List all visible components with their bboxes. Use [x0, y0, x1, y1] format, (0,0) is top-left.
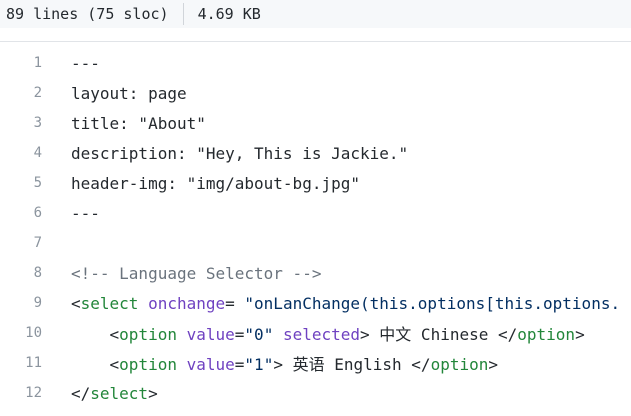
code-line: 1 --- [0, 48, 631, 78]
line-number[interactable]: 12 [0, 385, 42, 401]
code-line: 6 --- [0, 198, 631, 228]
line-count: 89 lines (75 sloc) [6, 5, 169, 23]
file-info-bar: 89 lines (75 sloc) 4.69 KB [0, 0, 631, 28]
punctuation: < [71, 293, 81, 313]
line-number[interactable]: 1 [0, 55, 42, 71]
line-number[interactable]: 5 [0, 175, 42, 191]
line-number[interactable]: 6 [0, 205, 42, 221]
code-line: 9 <select onchange= "onLanChange(this.op… [0, 288, 631, 318]
element-text: > 中文 Chinese </ [360, 325, 518, 344]
code-block: 1 --- 2 layout: page 3 title: "About" 4 … [0, 48, 631, 408]
punctuation: < [71, 325, 120, 344]
punctuation: > [488, 355, 498, 374]
tag-name: select [90, 383, 149, 403]
file-size: 4.69 KB [197, 5, 261, 23]
code-viewer: 89 lines (75 sloc) 4.69 KB 1 --- 2 layou… [0, 0, 631, 416]
code-text: <option value="0" selected> 中文 Chinese <… [42, 321, 585, 345]
code-line: 2 layout: page [0, 78, 631, 108]
code-line: 3 title: "About" [0, 108, 631, 138]
code-text: <option value="1"> 英语 English </option> [42, 351, 498, 375]
line-number[interactable]: 7 [0, 235, 42, 251]
punctuation: > [148, 383, 158, 403]
code-text: layout: page [71, 83, 187, 103]
tag-name: option [430, 355, 489, 374]
punctuation: < [71, 355, 120, 374]
line-number[interactable]: 9 [0, 295, 42, 311]
line-number[interactable]: 8 [0, 265, 42, 281]
line-number[interactable]: 4 [0, 145, 42, 161]
code-text: </select> [42, 384, 158, 403]
punctuation: = [225, 293, 245, 313]
attribute-value: "1" [244, 355, 274, 374]
code-line: 4 description: "Hey, This is Jackie." [0, 138, 631, 168]
punctuation: </ [71, 383, 91, 403]
code-text: description: "Hey, This is Jackie." [71, 143, 409, 163]
attribute-name: value [186, 325, 235, 344]
code-line: 7 [0, 228, 631, 258]
punctuation: = [234, 325, 245, 344]
tag-name: option [517, 325, 576, 344]
code-line: 12 </select> [0, 378, 631, 408]
html-comment: <!-- Language Selector --> [71, 263, 322, 283]
line-number[interactable]: 11 [0, 355, 42, 371]
element-text: > 英语 English </ [273, 355, 431, 374]
code-text: title: "About" [71, 113, 206, 133]
code-line: 8 <!-- Language Selector --> [0, 258, 631, 288]
line-number[interactable]: 10 [0, 325, 42, 341]
attribute-value: "0" [244, 325, 274, 344]
tag-name: option [119, 355, 177, 374]
header-border [0, 41, 631, 42]
code-line: 10 <option value="0" selected> 中文 Chines… [0, 318, 631, 348]
code-line: 5 header-img: "img/about-bg.jpg" [0, 168, 631, 198]
code-text: --- [71, 53, 100, 73]
code-line: 11 <option value="1"> 英语 English </optio… [0, 348, 631, 378]
line-number[interactable]: 3 [0, 115, 42, 131]
tag-name: select [80, 293, 139, 313]
code-text: header-img: "img/about-bg.jpg" [71, 173, 360, 193]
code-text: --- [71, 203, 100, 223]
attribute-name: onchange [148, 293, 226, 313]
punctuation: > [575, 325, 585, 344]
attribute-name: selected [282, 325, 361, 344]
attribute-name: value [186, 355, 235, 374]
tag-name: option [119, 325, 177, 344]
line-number[interactable]: 2 [0, 85, 42, 101]
punctuation: = [234, 355, 245, 374]
code-text: <select onchange= "onLanChange(this.opti… [42, 294, 620, 313]
attribute-value: "onLanChange(this.options[this.options. [244, 293, 621, 313]
